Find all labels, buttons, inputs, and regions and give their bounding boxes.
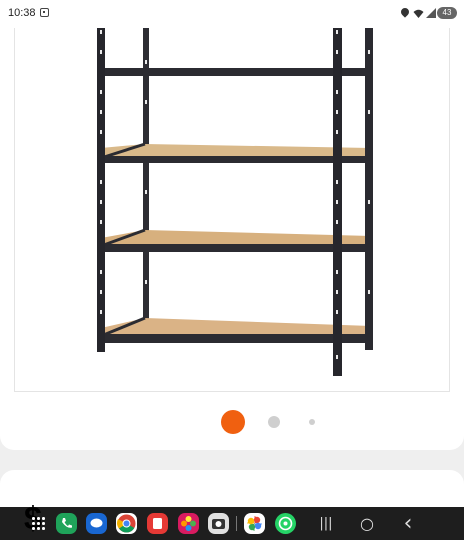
battery-icon: 43 [437, 7, 457, 19]
product-image[interactable] [14, 0, 450, 392]
back-button[interactable]: ‹ [396, 512, 420, 536]
pager-dot-3[interactable] [309, 419, 315, 425]
wifi-icon [413, 9, 424, 18]
taskbar-divider [236, 516, 237, 531]
status-bar: 10:38 43 [0, 0, 464, 28]
chrome-icon[interactable] [116, 513, 137, 534]
photos-icon[interactable] [244, 513, 265, 534]
camera-icon[interactable] [208, 513, 229, 534]
location-icon [399, 6, 411, 18]
image-pager [0, 408, 464, 436]
notes-icon[interactable] [147, 513, 168, 534]
messages-icon[interactable] [86, 513, 107, 534]
phone-icon[interactable] [56, 513, 77, 534]
screenshot-icon [40, 8, 49, 17]
shelving-unit-illustration [97, 0, 373, 376]
home-button[interactable]: ○ [355, 512, 379, 536]
apps-grid-icon[interactable] [32, 517, 45, 530]
pager-dot-active[interactable] [221, 410, 245, 434]
product-card [0, 0, 464, 450]
recents-button[interactable]: ||| [314, 512, 338, 536]
whatsapp-icon[interactable] [275, 513, 296, 534]
pager-dot-2[interactable] [268, 416, 280, 428]
gallery-icon[interactable] [178, 513, 199, 534]
signal-icon [426, 8, 436, 18]
status-time: 10:38 [8, 7, 36, 19]
